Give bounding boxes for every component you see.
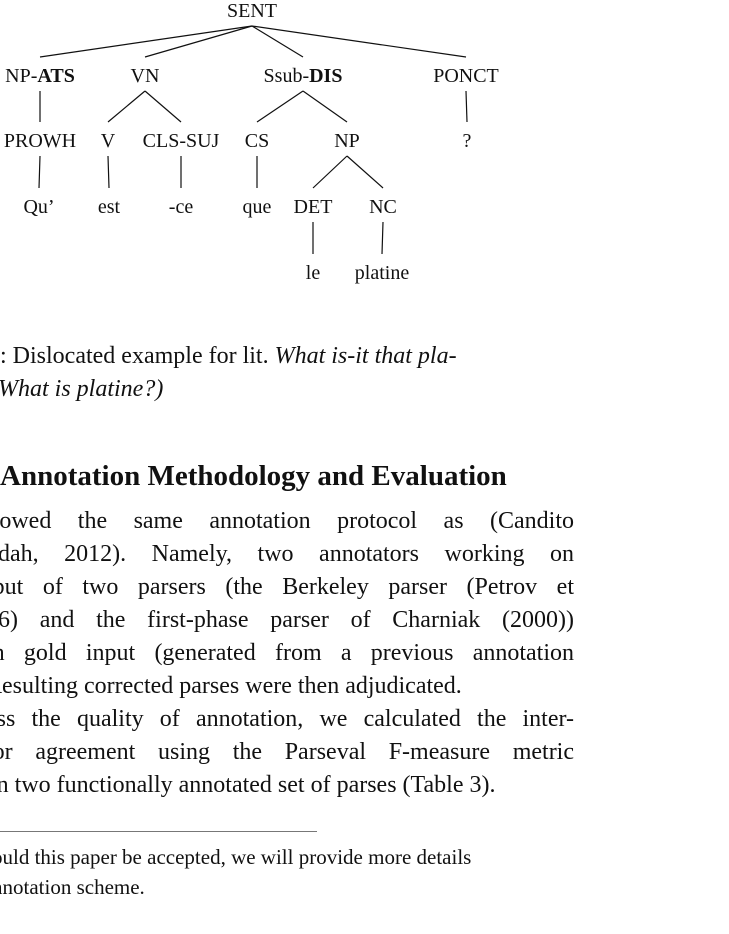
tree-node-np_ats: NP-ATS bbox=[5, 65, 75, 87]
paragraph-line: tor agreement using the Parseval F-measu… bbox=[0, 739, 574, 765]
tree-node-qmark: ? bbox=[463, 130, 472, 152]
tree-node-ce: -ce bbox=[169, 196, 194, 218]
tree-edge-nc-platine bbox=[381, 221, 384, 255]
tree-edge-prowh-qu bbox=[38, 155, 41, 189]
tree-node-nc: NC bbox=[369, 196, 397, 218]
tree-node-vn: VN bbox=[131, 65, 160, 87]
paragraph-line: ddah, 2012). Namely, two annotators work… bbox=[0, 541, 574, 567]
tree-edge-ponct-qmark bbox=[465, 90, 468, 123]
tree-edge-sent-ponct bbox=[251, 25, 467, 58]
figure-caption-line-1: 1: Dislocated example for lit. What is-i… bbox=[0, 343, 457, 369]
tree-node-qu: Qu’ bbox=[23, 196, 54, 218]
tree-edge-sent-vn bbox=[144, 25, 253, 58]
tree-edge-np-det bbox=[312, 155, 348, 189]
syntax-tree: SENT NP-ATS VN Ssub-DIS PONCT PROWH V CLS-SUJ CS… bbox=[4, 0, 499, 284]
tree-node-sent: SENT bbox=[227, 0, 277, 22]
tree-edge-ssub_dis-cs bbox=[256, 90, 304, 123]
paragraph-line: th gold input (generated from a previous… bbox=[0, 640, 574, 666]
section-heading: Annotation Methodology and Evaluation bbox=[0, 460, 507, 492]
paragraph-line: Resulting corrected parses were then adj… bbox=[0, 673, 462, 699]
tree-node-le: le bbox=[306, 262, 321, 284]
tree-edge-sent-np_ats bbox=[39, 25, 253, 58]
footnote-line-2: nnotation scheme. bbox=[0, 875, 145, 899]
tree-edge-ssub_dis-np bbox=[302, 90, 348, 123]
paragraph-line: en two functionally annotated set of par… bbox=[0, 772, 496, 798]
tree-node-prowh: PROWH bbox=[4, 130, 76, 152]
figure-caption-line-2: What is platine?) bbox=[0, 376, 164, 402]
tree-edge-vn-v bbox=[107, 90, 146, 123]
tree-node-det: DET bbox=[294, 196, 333, 218]
tree-edge-v-est bbox=[107, 155, 110, 189]
tree-node-np: NP bbox=[334, 130, 360, 152]
paragraph-line: ess the quality of annotation, we calcul… bbox=[0, 706, 574, 732]
tree-edge-sent-ssub_dis bbox=[251, 25, 304, 58]
paragraph-line: llowed the same annotation protocol as (… bbox=[0, 508, 574, 534]
tree-node-ponct: PONCT bbox=[433, 65, 499, 87]
tree-node-que: que bbox=[243, 196, 272, 218]
tree-node-v: V bbox=[101, 130, 116, 152]
paragraph-line: 06) and the first-phase parser of Charni… bbox=[0, 607, 574, 633]
tree-node-ssub_dis: Ssub-DIS bbox=[264, 65, 343, 87]
footnote-divider bbox=[0, 831, 317, 832]
tree-edge-vn-cls_suj bbox=[144, 90, 182, 123]
footnote-line-1: ould this paper be accepted, we will pro… bbox=[0, 845, 472, 869]
paragraph-line: tput of two parsers (the Berkeley parser… bbox=[0, 574, 574, 600]
tree-edge-np-nc bbox=[346, 155, 384, 189]
tree-node-platine: platine bbox=[355, 262, 410, 284]
tree-node-cls_suj: CLS-SUJ bbox=[143, 130, 220, 152]
section-paragraph: llowed the same annotation protocol as (… bbox=[0, 505, 729, 802]
tree-node-cs: CS bbox=[245, 130, 269, 152]
tree-node-est: est bbox=[98, 196, 121, 218]
